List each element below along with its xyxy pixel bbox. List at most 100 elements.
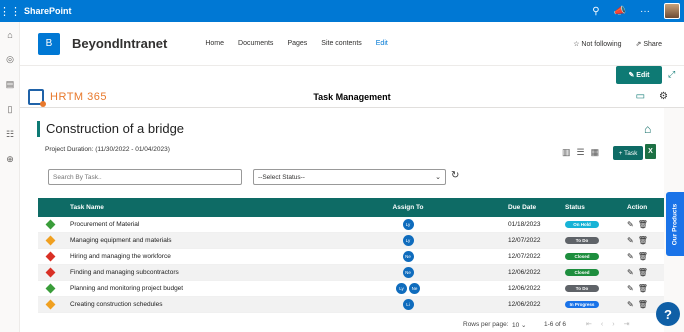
col-task-name[interactable]: Task Name — [70, 204, 104, 211]
delete-trash-icon[interactable]: 🗑 — [638, 236, 648, 245]
last-page-icon[interactable]: ⇥ — [624, 321, 639, 328]
user-avatar[interactable] — [664, 3, 680, 19]
assignee-avatar[interactable]: Ly — [402, 235, 414, 246]
table-row[interactable]: Finding and managing subcontractors Ne 12/… — [38, 265, 664, 281]
sharepoint-title[interactable]: SharePoint — [24, 6, 72, 16]
list-icon[interactable]: ☷ — [0, 122, 20, 147]
home-icon[interactable]: ⌂ — [644, 122, 651, 136]
col-assign-to[interactable]: Assign To — [388, 204, 428, 211]
command-bar: ✎ Edit ⤢ — [20, 66, 684, 86]
suite-bar: ⋮⋮ SharePoint ⚲ 📣 ··· — [0, 0, 684, 22]
table-row[interactable]: Procurement of Material Ly 01/18/2023 On Ho… — [38, 217, 664, 233]
status-badge: To Do — [565, 285, 599, 292]
home-icon[interactable]: ⌂ — [0, 22, 20, 47]
priority-icon — [45, 267, 56, 278]
edit-pencil-icon[interactable]: ✎ — [627, 220, 634, 229]
settings-gear-icon[interactable]: ⚙ — [659, 91, 668, 102]
calendar-view-icon[interactable]: ▦ — [591, 147, 600, 158]
expand-icon[interactable]: ⤢ — [668, 69, 675, 80]
excel-export-icon[interactable]: X — [645, 144, 656, 159]
row-actions: ✎ 🗑 — [627, 236, 648, 245]
edit-page-button[interactable]: ✎ Edit — [616, 66, 662, 84]
assignee-avatar[interactable]: Ly — [396, 283, 407, 294]
assignee-avatar[interactable]: Ne — [402, 267, 414, 278]
priority-diamond — [45, 219, 56, 230]
edit-pencil-icon[interactable]: ✎ — [627, 268, 634, 277]
share-button[interactable]: ⇗ Share — [636, 40, 663, 48]
nav-pages[interactable]: Pages — [287, 40, 307, 47]
status-pill: Closed — [565, 269, 599, 276]
nav-documents[interactable]: Documents — [238, 40, 273, 47]
task-name[interactable]: Planning and monitoring project budget — [70, 285, 183, 292]
assignee-avatar[interactable]: Li — [402, 299, 414, 310]
list-view-icon[interactable]: ☰ — [577, 147, 585, 158]
site-header: B BeyondIntranet Home Documents Pages Si… — [20, 22, 684, 66]
status-badge: Closed — [565, 269, 599, 276]
row-actions: ✎ 🗑 — [627, 252, 648, 261]
assignees: Ly Ne — [388, 283, 428, 294]
search-task-input[interactable] — [48, 169, 242, 185]
task-name[interactable]: Hiring and managing the workforce — [70, 253, 171, 260]
assignee-avatar[interactable]: Ly — [402, 219, 414, 230]
assignees: Ne — [388, 267, 428, 278]
next-page-icon[interactable]: › — [612, 321, 623, 328]
hrtm-logo: HRTM 365 — [28, 88, 107, 107]
assignee-avatar[interactable]: Ne — [402, 251, 414, 262]
news-icon[interactable]: ▤ — [0, 72, 20, 97]
site-name[interactable]: BeyondIntranet — [72, 36, 167, 51]
left-rail: ⌂ ◎ ▤ ▯ ☷ ⊕ — [0, 22, 20, 332]
edit-pencil-icon[interactable]: ✎ — [627, 252, 634, 261]
nav-site-contents[interactable]: Site contents — [321, 40, 361, 47]
app-launcher-icon[interactable]: ⋮⋮ — [0, 0, 21, 22]
help-button[interactable]: ? — [656, 302, 680, 326]
task-name[interactable]: Finding and managing subcontractors — [70, 269, 179, 276]
hrtm-logo-icon — [28, 88, 46, 107]
nav-home[interactable]: Home — [205, 40, 224, 47]
add-icon[interactable]: ⊕ — [0, 147, 20, 172]
status-select[interactable]: --Select Status-- ⌄ — [253, 169, 446, 185]
page-range: 1-6 of 6 — [544, 321, 567, 328]
table-row[interactable]: Planning and monitoring project budget Ly… — [38, 281, 664, 297]
refresh-icon[interactable]: ↻ — [451, 170, 459, 181]
task-panel: Construction of a bridge Project Duratio… — [20, 108, 664, 332]
delete-trash-icon[interactable]: 🗑 — [638, 268, 648, 277]
feedback-icon[interactable]: ▭ — [636, 91, 645, 102]
edit-pencil-icon[interactable]: ✎ — [627, 300, 634, 309]
board-view-icon[interactable]: ▥ — [562, 147, 571, 158]
table-row[interactable]: Hiring and managing the workforce Ne 12/07… — [38, 249, 664, 265]
our-products-tab[interactable]: Our Products — [666, 192, 684, 256]
edit-pencil-icon[interactable]: ✎ — [627, 236, 634, 245]
rows-per-page-select[interactable]: 10 ⌄ — [512, 321, 527, 329]
task-name[interactable]: Creating construction schedules — [70, 301, 163, 308]
status-badge: In Progress — [565, 301, 599, 308]
delete-trash-icon[interactable]: 🗑 — [638, 300, 648, 309]
site-logo[interactable]: B — [38, 32, 60, 55]
table-body: Procurement of Material Ly 01/18/2023 On Ho… — [38, 217, 664, 313]
table-row[interactable]: Managing equipment and materials Ly 12/07/… — [38, 233, 664, 249]
table-row[interactable]: Creating construction schedules Li 12/06/2… — [38, 297, 664, 313]
delete-trash-icon[interactable]: 🗑 — [638, 220, 648, 229]
site-nav: Home Documents Pages Site contents Edit — [205, 40, 387, 47]
assignee-avatar[interactable]: Ne — [409, 283, 420, 294]
nav-edit[interactable]: Edit — [376, 40, 388, 47]
globe-icon[interactable]: ◎ — [0, 47, 20, 72]
col-status[interactable]: Status — [565, 204, 599, 211]
prev-page-icon[interactable]: ‹ — [601, 321, 612, 328]
follow-button[interactable]: ☆ Not following — [573, 40, 621, 48]
file-icon[interactable]: ▯ — [0, 97, 20, 122]
priority-icon — [45, 251, 56, 262]
more-icon[interactable]: ··· — [640, 6, 650, 17]
task-name[interactable]: Managing equipment and materials — [70, 237, 172, 244]
assignees: Li — [388, 299, 428, 310]
task-name[interactable]: Procurement of Material — [70, 221, 139, 228]
col-due-date[interactable]: Due Date — [508, 204, 536, 211]
delete-trash-icon[interactable]: 🗑 — [638, 284, 648, 293]
search-icon[interactable]: ⚲ — [592, 6, 599, 17]
edit-pencil-icon[interactable]: ✎ — [627, 284, 634, 293]
due-date: 12/06/2022 — [508, 301, 541, 308]
add-task-button[interactable]: + Task — [613, 146, 643, 160]
delete-trash-icon[interactable]: 🗑 — [638, 252, 648, 261]
first-page-icon[interactable]: ⇤ — [586, 321, 601, 328]
app-title: Task Management — [313, 91, 391, 102]
megaphone-icon[interactable]: 📣 — [614, 6, 626, 17]
